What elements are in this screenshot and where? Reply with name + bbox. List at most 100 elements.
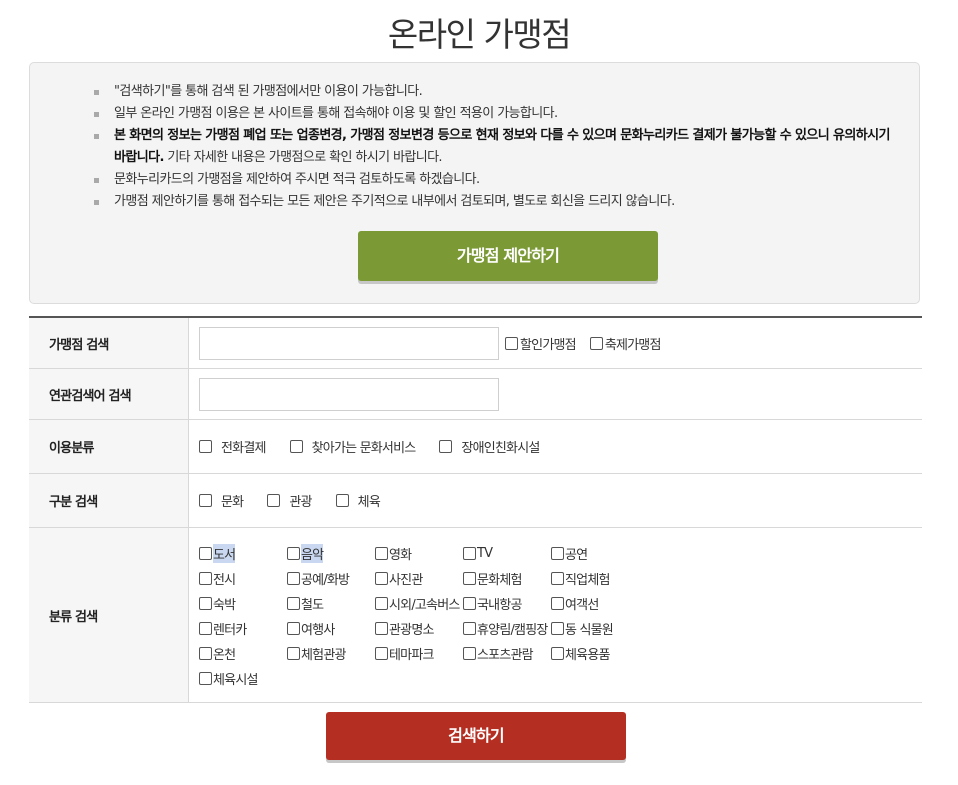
store-search-input[interactable] <box>199 326 499 360</box>
category-checkbox[interactable] <box>551 597 564 610</box>
store-search-field: 할인가맹점 축제가맹점 <box>189 318 922 368</box>
tourism-label: 관광 <box>289 495 312 510</box>
category-option-label: TV <box>477 546 493 561</box>
category-option-label: 공연 <box>565 548 588 563</box>
notice-item: 일부 온라인 가맹점 이용은 본 사이트를 통해 접속해야 이용 및 할인 적용… <box>94 103 904 125</box>
category-option-label: 공예/화방 <box>301 573 350 588</box>
category-option[interactable]: 영화 <box>375 544 463 563</box>
category-option[interactable]: 공예/화방 <box>287 569 375 588</box>
category-option-label: 스포츠관람 <box>477 648 534 663</box>
category-checkbox[interactable] <box>287 622 300 635</box>
category-option-label: 영화 <box>389 548 412 563</box>
category-option[interactable]: TV <box>463 546 551 561</box>
accessible-facility-option[interactable]: 장애인친화시설 <box>439 437 540 456</box>
category-checkbox[interactable] <box>551 622 564 635</box>
category-option[interactable]: 스포츠관람 <box>463 644 551 663</box>
category-option[interactable]: 철도 <box>287 594 375 613</box>
category-option[interactable]: 도서 <box>199 544 287 563</box>
category-checkbox[interactable] <box>287 547 300 560</box>
category-option[interactable]: 시외/고속버스 <box>375 594 463 613</box>
category-option-label: 렌터카 <box>213 623 247 638</box>
category-option[interactable]: 여객선 <box>551 594 639 613</box>
tourism-checkbox[interactable] <box>267 494 281 507</box>
visiting-service-option[interactable]: 찾아가는 문화서비스 <box>289 437 416 456</box>
category-checkbox[interactable] <box>287 647 300 660</box>
accessible-facility-checkbox[interactable] <box>439 440 453 453</box>
category-checkbox[interactable] <box>463 572 476 585</box>
category-option[interactable]: 테마파크 <box>375 644 463 663</box>
category-checkbox[interactable] <box>375 572 388 585</box>
search-button[interactable]: 검색하기 <box>326 712 626 760</box>
category-checkbox[interactable] <box>463 647 476 660</box>
category-option[interactable]: 숙박 <box>199 594 287 613</box>
category-option[interactable]: 온천 <box>199 644 287 663</box>
category-checkbox[interactable] <box>287 597 300 610</box>
category-option[interactable]: 체육시설 <box>199 669 287 688</box>
phone-payment-label: 전화결제 <box>221 441 266 456</box>
category-checkbox[interactable] <box>199 622 212 635</box>
notice-text: 일부 온라인 가맹점 이용은 본 사이트를 통해 접속해야 이용 및 할인 적용… <box>114 106 558 121</box>
culture-checkbox[interactable] <box>199 494 212 507</box>
category-checkbox[interactable] <box>551 572 564 585</box>
notice-item: 가맹점 제안하기를 통해 접수되는 모든 제안은 주기적으로 내부에서 검토되며… <box>94 191 904 213</box>
category-line: 숙박 철도 시외/고속버스 국내항공 여객선 <box>199 591 639 616</box>
category-checkbox[interactable] <box>199 597 212 610</box>
category-option[interactable]: 관광명소 <box>375 619 463 638</box>
discount-store-checkbox[interactable] <box>505 336 518 350</box>
festival-store-option[interactable]: 축제가맹점 <box>589 334 662 353</box>
category-option-label: 사진관 <box>389 573 423 588</box>
category-option[interactable]: 전시 <box>199 569 287 588</box>
category-option-label: 여행사 <box>301 623 335 638</box>
sports-option[interactable]: 체육 <box>335 491 381 510</box>
category-option[interactable]: 음악 <box>287 544 375 563</box>
phone-payment-checkbox[interactable] <box>199 440 212 453</box>
festival-store-label: 축제가맹점 <box>604 337 662 353</box>
category-option-label: 관광명소 <box>389 623 434 638</box>
category-checkbox[interactable] <box>551 647 564 660</box>
culture-option[interactable]: 문화 <box>199 491 244 510</box>
category-checkbox[interactable] <box>463 597 476 610</box>
category-option[interactable]: 여행사 <box>287 619 375 638</box>
category-checkbox[interactable] <box>199 572 212 585</box>
category-option[interactable]: 휴양림/캠핑장 <box>463 619 551 638</box>
suggest-store-button[interactable]: 가맹점 제안하기 <box>358 231 658 281</box>
keyword-search-input[interactable] <box>199 377 499 411</box>
usage-row: 이용분류 전화결제 찾아가는 문화서비스 장애인친화시설 <box>29 420 922 474</box>
notice-item: "검색하기"를 통해 검색 된 가맹점에서만 이용이 가능합니다. <box>94 81 904 103</box>
visiting-service-checkbox[interactable] <box>289 440 303 453</box>
category-checkbox[interactable] <box>199 547 212 560</box>
category-checkbox[interactable] <box>375 622 388 635</box>
category-checkbox[interactable] <box>287 572 300 585</box>
division-label: 구분 검색 <box>29 474 189 527</box>
category-option[interactable]: 렌터카 <box>199 619 287 638</box>
category-checkbox[interactable] <box>199 647 212 660</box>
category-option-label: 휴양림/캠핑장 <box>477 623 548 638</box>
category-option[interactable]: 국내항공 <box>463 594 551 613</box>
category-line: 도서 음악 영화 TV 공연 <box>199 541 639 566</box>
festival-store-checkbox[interactable] <box>589 336 603 350</box>
category-checkbox[interactable] <box>375 647 388 660</box>
category-option[interactable]: 사진관 <box>375 569 463 588</box>
category-checkbox[interactable] <box>463 622 476 635</box>
category-option[interactable]: 체육용품 <box>551 644 639 663</box>
category-option[interactable]: 체험관광 <box>287 644 375 663</box>
category-line: 렌터카 여행사 관광명소 휴양림/캠핑장 동 식물원 <box>199 616 639 641</box>
notice-box: "검색하기"를 통해 검색 된 가맹점에서만 이용이 가능합니다. 일부 온라인… <box>29 62 920 304</box>
category-checkbox[interactable] <box>375 547 388 560</box>
category-option-label: 체험관광 <box>301 648 346 663</box>
category-option[interactable]: 직업체험 <box>551 569 639 588</box>
category-option[interactable]: 문화체험 <box>463 569 551 588</box>
category-field: 도서 음악 영화 TV 공연전시 공예/화방 사진관 문화체험 직업체험숙박 철도 시외/고속버스 국… <box>189 528 922 702</box>
category-checkbox[interactable] <box>375 597 388 610</box>
sports-checkbox[interactable] <box>335 494 349 507</box>
category-line: 전시 공예/화방 사진관 문화체험 직업체험 <box>199 566 639 591</box>
category-checkbox[interactable] <box>551 547 564 560</box>
category-option[interactable]: 공연 <box>551 544 639 563</box>
tourism-option[interactable]: 관광 <box>267 491 312 510</box>
phone-payment-option[interactable]: 전화결제 <box>199 437 266 456</box>
discount-store-option[interactable]: 할인가맹점 <box>505 334 577 353</box>
category-checkbox[interactable] <box>199 672 212 685</box>
category-checkbox[interactable] <box>463 547 476 560</box>
category-option[interactable]: 동 식물원 <box>551 619 639 638</box>
notice-item: 본 화면의 정보는 가맹점 폐업 또는 업종변경, 가맹점 정보변경 등으로 현… <box>94 125 904 169</box>
